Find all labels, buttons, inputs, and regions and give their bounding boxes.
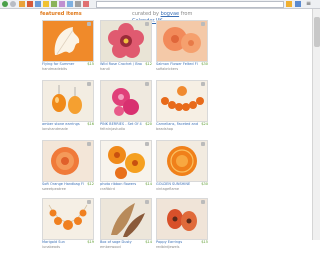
favorite-icon[interactable] xyxy=(87,22,91,26)
crochet-flower-image xyxy=(101,21,151,61)
pink-berries-image xyxy=(101,81,151,121)
item-thumbnail[interactable] xyxy=(156,20,208,62)
amber-earrings-image xyxy=(43,81,93,121)
page-title: featured items xyxy=(40,11,82,17)
item-thumbnail[interactable] xyxy=(42,198,94,240)
favorite-icon[interactable] xyxy=(145,22,149,26)
item-card[interactable]: GOLDEN SUNSHINE $30 vintageflame xyxy=(156,140,208,196)
ribbon-flowers-image xyxy=(101,141,151,181)
item-card[interactable]: PINK BERRIES - Set Of 4 $20 feltninjastu… xyxy=(100,80,152,136)
downloads-icon[interactable] xyxy=(75,1,81,7)
leaf-brooch-image xyxy=(43,21,93,61)
item-thumbnail[interactable] xyxy=(100,80,152,122)
item-card[interactable]: Wild Rose Crochet / Brooch $12 handi xyxy=(100,20,152,76)
history-icon[interactable] xyxy=(51,1,57,7)
addon-icon[interactable] xyxy=(83,1,89,7)
item-shop[interactable]: redbirdjewels xyxy=(156,245,198,250)
felted-flower-image xyxy=(157,21,207,61)
item-card[interactable]: photo ribbon flowers $14 craftbird xyxy=(100,140,152,196)
item-card[interactable]: Poppy Earrings $15 redbirdjewels xyxy=(156,198,208,254)
item-shop[interactable]: beadshop xyxy=(156,127,198,132)
item-thumbnail[interactable] xyxy=(100,198,152,240)
item-card[interactable]: amber stone earrings $16 lonshandmade xyxy=(42,80,94,136)
favorite-icon[interactable] xyxy=(87,142,91,146)
item-card[interactable]: Flying for Summer $15 handmadebits xyxy=(42,20,94,76)
vertical-scrollbar[interactable] xyxy=(312,9,320,240)
rss-icon[interactable] xyxy=(286,1,292,7)
item-thumbnail[interactable] xyxy=(156,198,208,240)
item-card[interactable]: Soft Orange Handbag Flower $12 sweetpeat… xyxy=(42,140,94,196)
favorite-icon[interactable] xyxy=(201,200,205,204)
favorite-icon[interactable] xyxy=(201,22,205,26)
favorite-icon[interactable] xyxy=(201,142,205,146)
favorite-icon[interactable] xyxy=(145,200,149,204)
stop-icon[interactable] xyxy=(27,1,33,7)
treasury-header: featured items curated by bogvae from Ca… xyxy=(40,11,210,24)
item-thumbnail[interactable] xyxy=(156,80,208,122)
favorite-icon[interactable] xyxy=(145,142,149,146)
item-thumbnail[interactable] xyxy=(156,140,208,182)
page-menu-icon[interactable] xyxy=(295,1,301,7)
item-shop[interactable]: vintageflame xyxy=(156,187,198,192)
poppy-earrings-image xyxy=(157,199,207,239)
curated-prefix: curated by xyxy=(132,11,159,17)
item-shop[interactable]: handmadebits xyxy=(42,67,84,72)
item-thumbnail[interactable] xyxy=(42,80,94,122)
beaded-necklace-image xyxy=(43,199,93,239)
scrollbar-thumb[interactable] xyxy=(314,17,320,47)
item-shop[interactable]: craftbird xyxy=(100,187,142,192)
dried-leaves-image xyxy=(101,199,151,239)
item-card[interactable]: Box of sage Dusty $14 emberwood xyxy=(100,198,152,254)
item-thumbnail[interactable] xyxy=(42,140,94,182)
home-icon[interactable] xyxy=(35,1,41,7)
favorite-icon[interactable] xyxy=(87,200,91,204)
item-shop[interactable]: lonshandmade xyxy=(42,127,84,132)
golden-sunshine-image xyxy=(157,141,207,181)
from-text: from xyxy=(180,11,193,17)
address-bar[interactable] xyxy=(96,1,284,8)
favorite-icon[interactable] xyxy=(201,82,205,86)
item-shop[interactable]: sweetpeatree xyxy=(42,187,84,192)
favorite-icon[interactable] xyxy=(145,82,149,86)
item-shop[interactable]: sofiabrickers xyxy=(156,67,198,72)
reload-icon[interactable] xyxy=(19,1,25,7)
print-icon[interactable] xyxy=(67,1,73,7)
item-card[interactable]: Salmon Flower Felted Flower $30 sofiabri… xyxy=(156,20,208,76)
item-card[interactable]: Marigold Sun $19 lunabeads xyxy=(42,198,94,254)
curator-link[interactable]: bogvae xyxy=(161,11,180,17)
tools-menu-icon[interactable]: ≡ xyxy=(306,0,311,7)
item-thumbnail[interactable] xyxy=(42,20,94,62)
item-shop[interactable]: handi xyxy=(100,67,142,72)
item-shop[interactable]: emberwood xyxy=(100,245,142,250)
item-shop[interactable]: lunabeads xyxy=(42,245,84,250)
browser-toolbar: ≡ xyxy=(0,0,320,9)
item-card[interactable]: Carnelians, Faceted and poly $24 beadsho… xyxy=(156,80,208,136)
mail-icon[interactable] xyxy=(59,1,65,7)
favorite-icon[interactable] xyxy=(87,82,91,86)
item-thumbnail[interactable] xyxy=(100,140,152,182)
back-button[interactable] xyxy=(2,1,8,7)
forward-button[interactable] xyxy=(10,1,16,7)
handbag-flower-image xyxy=(43,141,93,181)
page-content: featured items curated by bogvae from Ca… xyxy=(0,9,320,249)
item-shop[interactable]: feltninjastudio xyxy=(100,127,142,132)
bookmark-star-icon[interactable] xyxy=(43,1,49,7)
carnelian-beads-image xyxy=(157,81,207,121)
item-thumbnail[interactable] xyxy=(100,20,152,62)
